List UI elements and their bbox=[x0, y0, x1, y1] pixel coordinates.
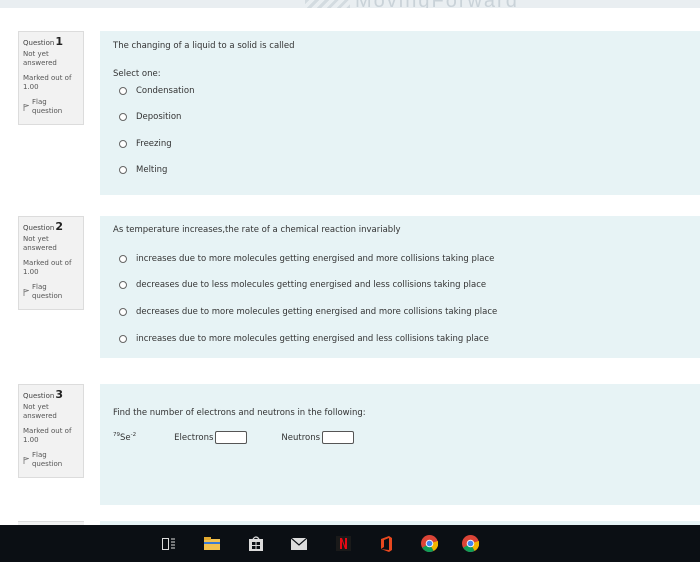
site-banner: MovingForward bbox=[0, 0, 700, 8]
windows-taskbar bbox=[0, 525, 700, 562]
flag-icon bbox=[23, 103, 29, 111]
electrons-input[interactable] bbox=[215, 431, 248, 444]
mail-glyph bbox=[291, 537, 307, 550]
chrome-glyph bbox=[461, 535, 479, 552]
office-glyph bbox=[380, 535, 392, 552]
question-state: Not yet answered bbox=[23, 403, 57, 420]
flag-icon bbox=[23, 288, 29, 296]
select-one-prompt: Select one: bbox=[113, 69, 161, 79]
question-state: Not yet answered bbox=[23, 50, 57, 67]
question-number: Question3 bbox=[23, 388, 63, 401]
chrome-icon[interactable] bbox=[419, 525, 439, 562]
answer-option[interactable]: Deposition bbox=[119, 112, 181, 122]
netflix-icon[interactable] bbox=[334, 525, 352, 562]
answer-option[interactable]: increases due to more molecules getting … bbox=[119, 254, 494, 264]
radio-button[interactable] bbox=[119, 87, 127, 95]
radio-button[interactable] bbox=[119, 335, 127, 343]
question-number: Question1 bbox=[23, 35, 63, 48]
answer-option[interactable]: decreases due to more molecules getting … bbox=[119, 307, 497, 317]
answer-option[interactable]: increases due to more molecules getting … bbox=[119, 334, 489, 344]
task-view-icon[interactable] bbox=[160, 525, 178, 562]
radio-button[interactable] bbox=[119, 255, 127, 263]
file-explorer-icon[interactable] bbox=[203, 525, 221, 562]
chrome-glyph bbox=[420, 535, 438, 552]
question-1-content: The changing of a liquid to a solid is c… bbox=[100, 31, 700, 195]
question-text: As temperature increases,the rate of a c… bbox=[113, 225, 401, 235]
answer-option[interactable]: Freezing bbox=[119, 139, 172, 149]
banner-stripes bbox=[305, 0, 350, 8]
netflix-glyph bbox=[335, 536, 351, 551]
question-text: Find the number of electrons and neutron… bbox=[113, 408, 366, 418]
question-marks: Marked out of 1.00 bbox=[23, 259, 72, 276]
store-icon[interactable] bbox=[247, 525, 265, 562]
question-state: Not yet answered bbox=[23, 235, 57, 252]
answer-option[interactable]: Melting bbox=[119, 165, 167, 175]
task-view-glyph bbox=[162, 537, 175, 550]
question-marks: Marked out of 1.00 bbox=[23, 74, 72, 91]
isotope-notation: 79Se-2 bbox=[113, 432, 137, 443]
folder-glyph bbox=[204, 537, 220, 550]
radio-button[interactable] bbox=[119, 281, 127, 289]
radio-button[interactable] bbox=[119, 166, 127, 174]
store-glyph bbox=[249, 536, 263, 551]
radio-button[interactable] bbox=[119, 308, 127, 316]
question-3-info: Question3 Not yet answered Marked out of… bbox=[18, 384, 84, 478]
answer-option[interactable]: Condensation bbox=[119, 86, 194, 96]
flag-question-link[interactable]: Flag question bbox=[23, 283, 79, 301]
electrons-label: Electrons bbox=[174, 432, 214, 443]
question-2-content: As temperature increases,the rate of a c… bbox=[100, 216, 700, 358]
answer-option[interactable]: decreases due to less molecules getting … bbox=[119, 280, 486, 290]
flag-question-link[interactable]: Flag question bbox=[23, 98, 79, 116]
question-2-info: Question2 Not yet answered Marked out of… bbox=[18, 216, 84, 310]
neutrons-input[interactable] bbox=[322, 431, 355, 444]
radio-button[interactable] bbox=[119, 140, 127, 148]
chrome-icon[interactable] bbox=[460, 525, 480, 562]
question-text: The changing of a liquid to a solid is c… bbox=[113, 41, 295, 51]
radio-button[interactable] bbox=[119, 113, 127, 121]
flag-icon bbox=[23, 456, 29, 464]
banner-watermark: MovingForward bbox=[355, 0, 519, 8]
question-1-info: Question1 Not yet answered Marked out of… bbox=[18, 31, 84, 125]
neutrons-label: Neutrons bbox=[281, 432, 321, 443]
question-3-content: Find the number of electrons and neutron… bbox=[100, 384, 700, 505]
question-marks: Marked out of 1.00 bbox=[23, 427, 72, 444]
office-icon[interactable] bbox=[377, 525, 395, 562]
mail-icon[interactable] bbox=[290, 525, 308, 562]
isotope-answer-row: 79Se-2 Electrons Neutrons bbox=[113, 431, 355, 444]
question-number: Question2 bbox=[23, 220, 63, 233]
flag-question-link[interactable]: Flag question bbox=[23, 451, 79, 469]
